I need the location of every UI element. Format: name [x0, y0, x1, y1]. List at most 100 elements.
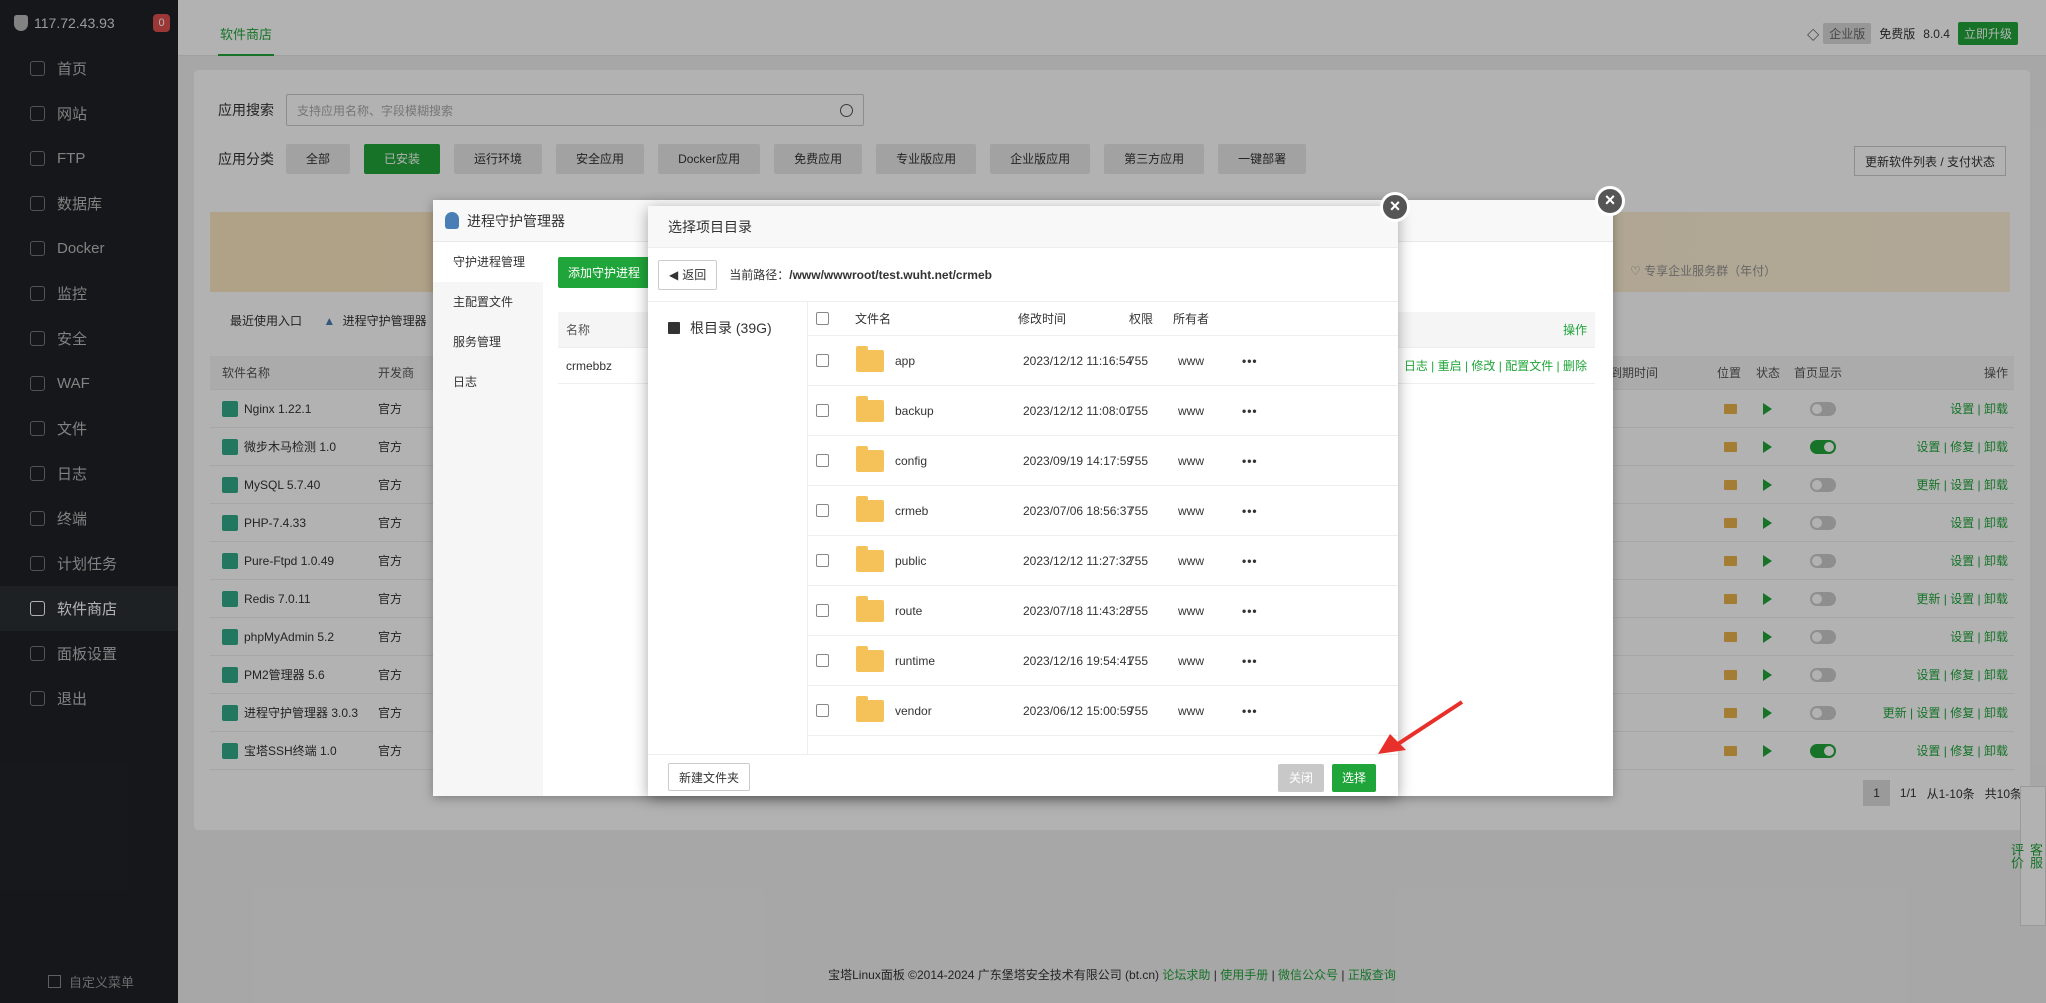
folder-icon: [856, 345, 884, 372]
col-owner: 所有者: [1173, 312, 1210, 326]
more-icon[interactable]: •••: [1242, 704, 1258, 718]
dir-tree: 根目录 (39G): [648, 302, 808, 754]
more-icon[interactable]: •••: [1242, 554, 1258, 568]
row-checkbox[interactable]: [816, 704, 829, 717]
more-icon[interactable]: •••: [1242, 504, 1258, 518]
file-name[interactable]: vendor: [895, 704, 932, 718]
file-name[interactable]: crmeb: [895, 504, 928, 518]
dialog-title: 选择项目目录: [648, 206, 1398, 248]
supervisor-menu-item[interactable]: 守护进程管理: [433, 242, 543, 282]
more-icon[interactable]: •••: [1242, 604, 1258, 618]
file-mtime: 2023/12/12 11:08:01: [1023, 403, 1133, 418]
row-checkbox[interactable]: [816, 604, 829, 617]
row-checkbox[interactable]: [816, 454, 829, 467]
close-icon[interactable]: ×: [1380, 192, 1410, 222]
row-checkbox[interactable]: [816, 354, 829, 367]
back-arrow-icon: ◀: [669, 267, 679, 282]
file-row[interactable]: crmeb 2023/07/06 18:56:37 755 www •••: [808, 486, 1398, 536]
folder-icon: [856, 545, 884, 572]
file-header: 文件名 修改时间 权限 所有者: [808, 302, 1398, 336]
file-mtime: 2023/09/19 14:17:59: [1023, 453, 1134, 468]
file-row[interactable]: backup 2023/12/12 11:08:01 755 www •••: [808, 386, 1398, 436]
close-button[interactable]: 关闭: [1278, 764, 1325, 792]
more-icon[interactable]: •••: [1242, 404, 1258, 418]
enterprise-note-text[interactable]: ♡ 专享企业服务群（年付）: [1630, 262, 1776, 279]
supervisor-menu-item[interactable]: 主配置文件: [433, 282, 543, 322]
more-icon[interactable]: •••: [1242, 654, 1258, 668]
disk-icon: [668, 322, 680, 334]
annotation-arrow-icon: [1378, 700, 1464, 754]
tree-root[interactable]: 根目录 (39G): [648, 302, 807, 338]
file-mtime: 2023/12/12 11:27:32: [1023, 553, 1133, 568]
supervisor-title: 进程守护管理器: [467, 212, 565, 229]
folder-icon: [856, 695, 884, 722]
row-checkbox[interactable]: [816, 554, 829, 567]
select-all-checkbox[interactable]: [816, 312, 829, 325]
file-owner: www: [1178, 403, 1204, 418]
file-name[interactable]: config: [895, 454, 927, 468]
file-name[interactable]: backup: [895, 404, 934, 418]
back-button[interactable]: ◀ 返回: [658, 259, 718, 290]
folder-icon: [856, 395, 884, 422]
new-folder-button[interactable]: 新建文件夹: [668, 763, 751, 791]
file-name[interactable]: app: [895, 354, 915, 368]
row-checkbox[interactable]: [816, 504, 829, 517]
close-icon[interactable]: ×: [1595, 186, 1625, 216]
folder-icon: [856, 595, 884, 622]
col-perm: 权限: [1129, 312, 1154, 326]
folder-icon: [856, 495, 884, 522]
dialog-footer: 新建文件夹 关闭 选择: [648, 754, 1398, 796]
folder-icon: [856, 645, 884, 672]
more-icon[interactable]: •••: [1242, 354, 1258, 368]
file-perm: 755: [1128, 703, 1149, 718]
file-owner: www: [1178, 503, 1204, 518]
file-perm: 755: [1128, 553, 1149, 568]
heart-icon: ♡: [1630, 264, 1641, 278]
select-button[interactable]: 选择: [1332, 764, 1377, 792]
file-perm: 755: [1128, 353, 1149, 368]
file-name[interactable]: route: [895, 604, 922, 618]
file-owner: www: [1178, 703, 1204, 718]
enterprise-note-label: 专享企业服务群（年付）: [1644, 264, 1777, 278]
file-mtime: 2023/07/06 18:56:37: [1023, 503, 1134, 518]
file-row[interactable]: route 2023/07/18 11:43:28 755 www •••: [808, 586, 1398, 636]
path-label: 当前路径：: [729, 268, 790, 282]
supervisor-menu: 守护进程管理 主配置文件 服务管理 日志: [433, 242, 543, 796]
col-daemon-ops: 操作: [1562, 323, 1587, 337]
current-path: /www/wwwroot/test.wuht.net/crmeb: [789, 267, 992, 282]
col-daemon-name: 名称: [566, 323, 591, 337]
daemon-ops[interactable]: 日志 | 重启 | 修改 | 配置文件 | 删除: [1404, 357, 1587, 374]
file-row[interactable]: public 2023/12/12 11:27:32 755 www •••: [808, 536, 1398, 586]
file-owner: www: [1178, 453, 1204, 468]
file-name[interactable]: public: [895, 554, 926, 568]
file-name[interactable]: runtime: [895, 654, 935, 668]
file-mtime: 2023/12/16 19:54:41: [1023, 653, 1134, 668]
penguin-icon: [445, 212, 459, 229]
row-checkbox[interactable]: [816, 404, 829, 417]
file-row[interactable]: app 2023/12/12 11:16:54 755 www •••: [808, 336, 1398, 386]
file-owner: www: [1178, 603, 1204, 618]
file-row[interactable]: runtime 2023/12/16 19:54:41 755 www •••: [808, 636, 1398, 686]
file-owner: www: [1178, 553, 1204, 568]
root-label: 根目录 (39G): [690, 320, 772, 336]
file-owner: www: [1178, 653, 1204, 668]
file-mtime: 2023/12/12 11:16:54: [1023, 353, 1133, 368]
file-perm: 755: [1128, 503, 1149, 518]
add-daemon-button[interactable]: 添加守护进程: [558, 257, 651, 288]
file-row[interactable]: config 2023/09/19 14:17:59 755 www •••: [808, 436, 1398, 486]
file-perm: 755: [1128, 453, 1149, 468]
file-list: 文件名 修改时间 权限 所有者 app 2023/12/12 11:16:54 75…: [808, 302, 1398, 754]
folder-icon: [856, 445, 884, 472]
row-checkbox[interactable]: [816, 654, 829, 667]
file-mtime: 2023/06/12 15:00:59: [1023, 703, 1134, 718]
daemon-name: crmebbz: [566, 358, 613, 373]
file-row[interactable]: vendor 2023/06/12 15:00:59 755 www •••: [808, 686, 1398, 736]
supervisor-menu-item[interactable]: 日志: [433, 362, 543, 402]
col-mtime: 修改时间: [1018, 312, 1067, 326]
back-label: 返回: [682, 268, 707, 282]
more-icon[interactable]: •••: [1242, 454, 1258, 468]
file-perm: 755: [1128, 603, 1149, 618]
supervisor-menu-item[interactable]: 服务管理: [433, 322, 543, 362]
file-mtime: 2023/07/18 11:43:28: [1023, 603, 1133, 618]
file-owner: www: [1178, 353, 1204, 368]
